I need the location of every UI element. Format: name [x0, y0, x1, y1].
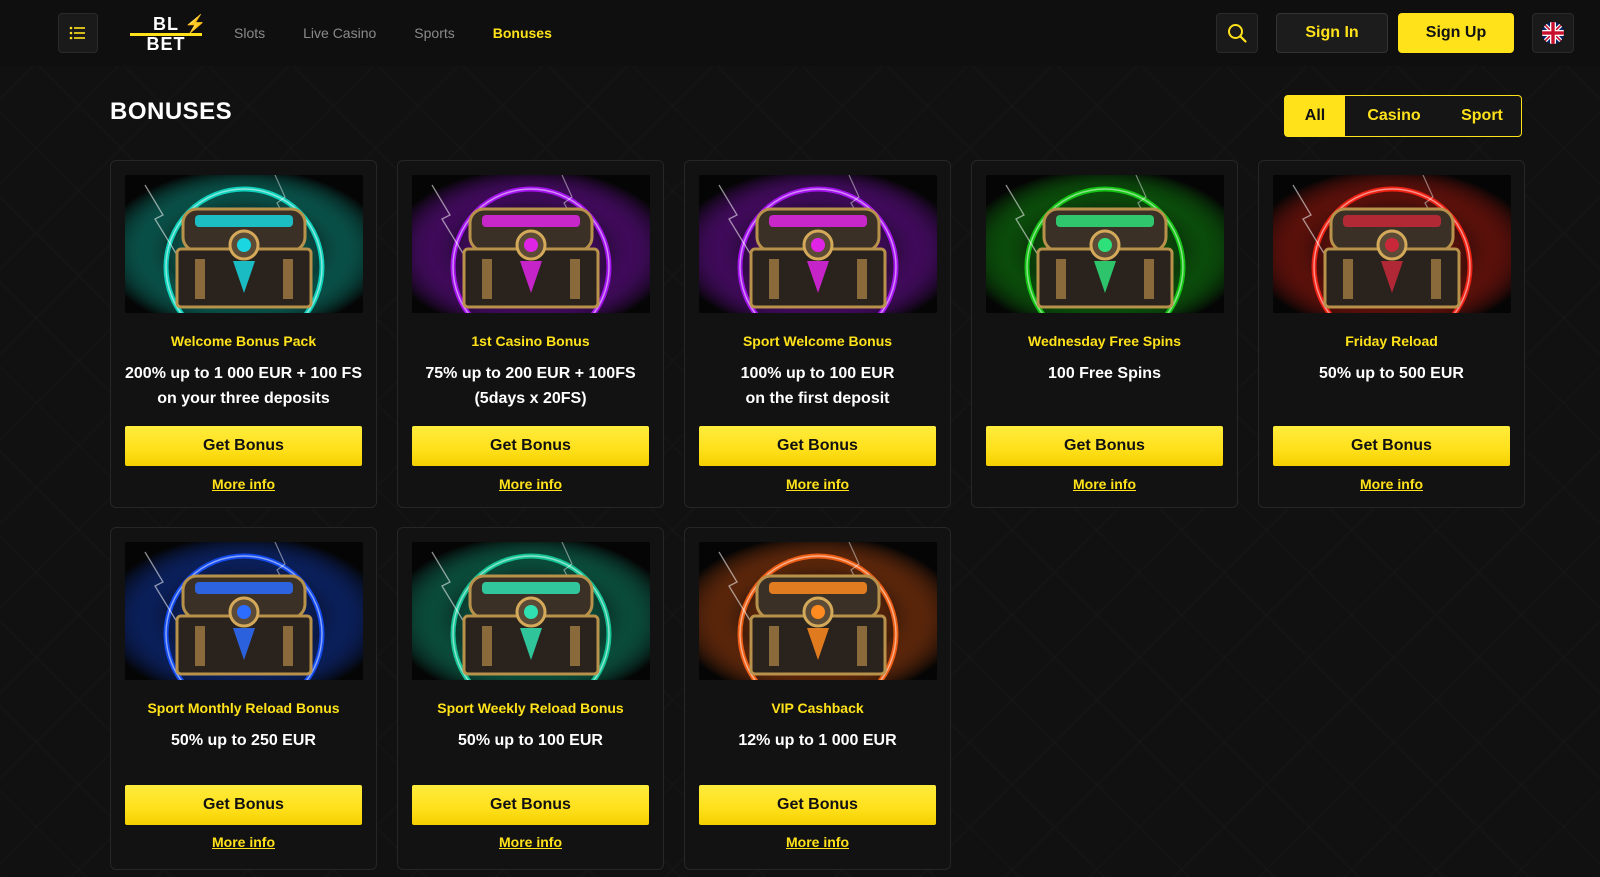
filter-sport[interactable]: Sport [1443, 96, 1521, 136]
search-button[interactable] [1216, 13, 1258, 53]
bonus-title: Friday Reload [1345, 333, 1438, 349]
more-info-link[interactable]: More info [972, 476, 1237, 492]
bonus-filter-tabs: All Casino Sport [1284, 95, 1522, 137]
bonus-description-line: 100% up to 100 EUR [740, 365, 895, 382]
bonus-description-line: on the first deposit [745, 390, 890, 407]
treasure-chest-image [699, 542, 937, 680]
sign-up-button[interactable]: Sign Up [1398, 13, 1514, 53]
get-bonus-button[interactable]: Get Bonus [699, 426, 936, 466]
filter-casino[interactable]: Casino [1345, 96, 1443, 136]
bonus-description-line: 50% up to 250 EUR [171, 732, 316, 749]
more-info-link[interactable]: More info [685, 476, 950, 492]
bonus-description-line: 12% up to 1 000 EUR [738, 732, 897, 749]
filter-all[interactable]: All [1285, 96, 1345, 136]
bonus-description: 100 Free Spins [978, 361, 1231, 386]
treasure-chest-image [412, 175, 650, 313]
bonus-title: Sport Welcome Bonus [742, 333, 893, 349]
uk-flag-icon [1542, 22, 1564, 44]
bonus-description: 50% up to 250 EUR [117, 728, 370, 753]
more-info-link[interactable]: More info [398, 476, 663, 492]
bonus-description: 50% up to 100 EUR [404, 728, 657, 753]
bonus-title: Sport Weekly Reload Bonus [437, 700, 624, 716]
more-info-link[interactable]: More info [111, 834, 376, 850]
bonus-card: Sport Welcome Bonus 100% up to 100 EUR o… [684, 160, 951, 508]
treasure-chest-image [1273, 175, 1511, 313]
treasure-chest-image [699, 175, 937, 313]
svg-text:⚡: ⚡ [184, 13, 206, 35]
get-bonus-button[interactable]: Get Bonus [125, 426, 362, 466]
bonus-description: 200% up to 1 000 EUR + 100 FS on your th… [117, 361, 370, 411]
nav-sports[interactable]: Sports [414, 22, 454, 44]
bonus-card: 1st Casino Bonus 75% up to 200 EUR + 100… [397, 160, 664, 508]
treasure-chest-image [125, 175, 363, 313]
bonus-card: Sport Monthly Reload Bonus 50% up to 250… [110, 527, 377, 870]
bonus-title: Wednesday Free Spins [1027, 333, 1181, 349]
logo[interactable]: BL ⚡ BET [124, 12, 208, 54]
get-bonus-button[interactable]: Get Bonus [1273, 426, 1510, 466]
list-icon [69, 26, 85, 40]
get-bonus-button[interactable]: Get Bonus [412, 426, 649, 466]
bonus-description-line: (5days x 20FS) [474, 390, 587, 407]
header: BL ⚡ BET Slots Live Casino Sports Bonuse… [0, 0, 1600, 66]
language-button[interactable] [1532, 13, 1574, 53]
main-nav: Slots Live Casino Sports Bonuses [234, 22, 590, 44]
nav-bonuses[interactable]: Bonuses [493, 22, 552, 44]
more-info-link[interactable]: More info [398, 834, 663, 850]
menu-button[interactable] [58, 13, 98, 53]
bonus-description: 100% up to 100 EUR on the first deposit [691, 361, 944, 411]
bonus-description-line: 100 Free Spins [1048, 365, 1161, 382]
search-icon [1228, 24, 1247, 43]
more-info-link[interactable]: More info [1259, 476, 1524, 492]
bonus-card: Sport Weekly Reload Bonus 50% up to 100 … [397, 527, 664, 870]
page-title: BONUSES [110, 98, 233, 125]
bonus-description-line: 50% up to 100 EUR [458, 732, 603, 749]
bonus-card: Wednesday Free Spins 100 Free Spins Get … [971, 160, 1238, 508]
bonus-title: Sport Monthly Reload Bonus [147, 700, 340, 716]
more-info-link[interactable]: More info [111, 476, 376, 492]
bonus-description: 75% up to 200 EUR + 100FS (5days x 20FS) [404, 361, 657, 411]
nav-slots[interactable]: Slots [234, 22, 265, 44]
get-bonus-button[interactable]: Get Bonus [699, 785, 936, 825]
bonus-card: Friday Reload 50% up to 500 EUR Get Bonu… [1258, 160, 1525, 508]
bonus-description-line: on your three deposits [157, 390, 330, 407]
bonus-description-line: 50% up to 500 EUR [1319, 365, 1464, 382]
get-bonus-button[interactable]: Get Bonus [412, 785, 649, 825]
bonus-title: VIP Cashback [771, 700, 864, 716]
bonus-title: Welcome Bonus Pack [170, 333, 317, 349]
bonus-card: VIP Cashback 12% up to 1 000 EUR Get Bon… [684, 527, 951, 870]
treasure-chest-image [125, 542, 363, 680]
svg-text:BET: BET [147, 34, 186, 54]
treasure-chest-image [986, 175, 1224, 313]
get-bonus-button[interactable]: Get Bonus [125, 785, 362, 825]
svg-text:BL: BL [153, 14, 179, 34]
bonus-card: Welcome Bonus Pack 200% up to 1 000 EUR … [110, 160, 377, 508]
blitzbet-logo: BL ⚡ BET [130, 13, 206, 54]
get-bonus-button[interactable]: Get Bonus [986, 426, 1223, 466]
bonus-description: 12% up to 1 000 EUR [691, 728, 944, 753]
sign-in-button[interactable]: Sign In [1276, 13, 1388, 53]
bonus-title: 1st Casino Bonus [471, 333, 590, 349]
bonus-description: 50% up to 500 EUR [1265, 361, 1518, 386]
more-info-link[interactable]: More info [685, 834, 950, 850]
bonus-description-line: 75% up to 200 EUR + 100FS [425, 365, 636, 382]
treasure-chest-image [412, 542, 650, 680]
bonus-description-line: 200% up to 1 000 EUR + 100 FS [125, 365, 362, 382]
nav-live-casino[interactable]: Live Casino [303, 22, 376, 44]
